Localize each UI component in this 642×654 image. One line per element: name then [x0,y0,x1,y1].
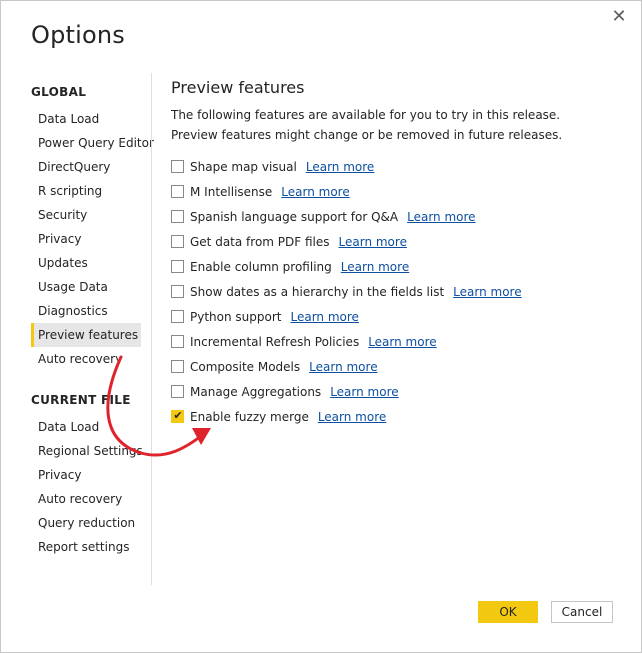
feature-row: Spanish language support for Q&A Learn mo… [171,204,611,229]
panel-title: Preview features [171,78,305,97]
sidebar-item-updates[interactable]: Updates [31,251,155,275]
feature-row: Incremental Refresh Policies Learn more [171,329,611,354]
learn-more-link[interactable]: Learn more [290,310,358,324]
panel-description: The following features are available for… [171,108,563,142]
feature-label: Enable fuzzy merge [190,409,309,424]
options-dialog: Options ✕ GLOBAL Data Load Power Query Ed… [0,0,642,653]
feature-label: Shape map visual [190,159,297,174]
learn-more-link[interactable]: Learn more [407,210,475,224]
sidebar-file-item-auto-recovery[interactable]: Auto recovery [31,487,155,511]
sidebar-divider [151,73,152,585]
feature-checkbox[interactable] [171,235,184,248]
feature-row: ✔ Enable fuzzy merge Learn more [171,404,611,429]
feature-row: Composite Models Learn more [171,354,611,379]
dialog-title: Options [31,21,126,49]
learn-more-link[interactable]: Learn more [341,260,409,274]
feature-checkbox[interactable] [171,160,184,173]
feature-label: Incremental Refresh Policies [190,334,360,349]
global-section-header: GLOBAL [31,85,87,99]
feature-row: Enable column profiling Learn more [171,254,611,279]
feature-checkbox[interactable] [171,260,184,273]
close-icon[interactable]: ✕ [609,7,629,27]
feature-row: Get data from PDF files Learn more [171,229,611,254]
feature-checkbox[interactable]: ✔ [171,409,184,423]
sidebar-file-item-query-reduction[interactable]: Query reduction [31,511,155,535]
sidebar-file-item-regional-settings[interactable]: Regional Settings [31,439,155,463]
sidebar-item-diagnostics[interactable]: Diagnostics [31,299,155,323]
learn-more-link[interactable]: Learn more [306,160,374,174]
checkmark-icon: ✔ [173,409,183,422]
feature-label: Show dates as a hierarchy in the fields … [190,284,445,299]
feature-row: Shape map visual Learn more [171,154,611,179]
current-file-section-header: CURRENT FILE [31,393,131,407]
sidebar-item-privacy[interactable]: Privacy [31,227,155,251]
sidebar-item-preview-features[interactable]: Preview features [31,323,141,347]
feature-label: Enable column profiling [190,259,332,274]
feature-row: M Intellisense Learn more [171,179,611,204]
feature-list: Shape map visual Learn more M Intellisense… [171,154,611,429]
learn-more-link[interactable]: Learn more [339,235,407,249]
ok-button[interactable]: OK [478,601,538,623]
feature-label: Spanish language support for Q&A [190,209,399,224]
global-nav-list: Data Load Power Query Editor DirectQuery R … [31,107,155,371]
feature-row: Python support Learn more [171,304,611,329]
feature-label: M Intellisense [190,184,273,199]
learn-more-link[interactable]: Learn more [453,285,521,299]
sidebar-item-security[interactable]: Security [31,203,155,227]
preview-features-panel: Preview features The following features … [171,77,611,429]
feature-checkbox[interactable] [171,210,184,223]
learn-more-link[interactable]: Learn more [281,185,349,199]
feature-label: Python support [190,309,282,324]
learn-more-link[interactable]: Learn more [309,360,377,374]
feature-checkbox[interactable] [171,185,184,198]
feature-checkbox[interactable] [171,310,184,323]
feature-row: Manage Aggregations Learn more [171,379,611,404]
feature-checkbox[interactable] [171,385,184,398]
feature-checkbox[interactable] [171,335,184,348]
learn-more-link[interactable]: Learn more [330,385,398,399]
feature-checkbox[interactable] [171,285,184,298]
feature-label: Manage Aggregations [190,384,322,399]
sidebar-item-usage-data[interactable]: Usage Data [31,275,155,299]
sidebar: GLOBAL Data Load Power Query Editor Direct… [31,77,155,559]
learn-more-link[interactable]: Learn more [318,410,386,424]
sidebar-file-item-data-load[interactable]: Data Load [31,415,155,439]
sidebar-item-directquery[interactable]: DirectQuery [31,155,155,179]
feature-label: Get data from PDF files [190,234,330,249]
sidebar-file-item-report-settings[interactable]: Report settings [31,535,155,559]
current-file-nav-list: Data Load Regional Settings Privacy Auto re… [31,415,155,559]
sidebar-item-r-scripting[interactable]: R scripting [31,179,155,203]
feature-row: Show dates as a hierarchy in the fields … [171,279,611,304]
feature-label: Composite Models [190,359,301,374]
learn-more-link[interactable]: Learn more [368,335,436,349]
feature-checkbox[interactable] [171,360,184,373]
sidebar-item-power-query-editor[interactable]: Power Query Editor [31,131,155,155]
cancel-button[interactable]: Cancel [551,601,613,623]
sidebar-item-auto-recovery[interactable]: Auto recovery [31,347,155,371]
sidebar-item-data-load[interactable]: Data Load [31,107,155,131]
sidebar-file-item-privacy[interactable]: Privacy [31,463,155,487]
